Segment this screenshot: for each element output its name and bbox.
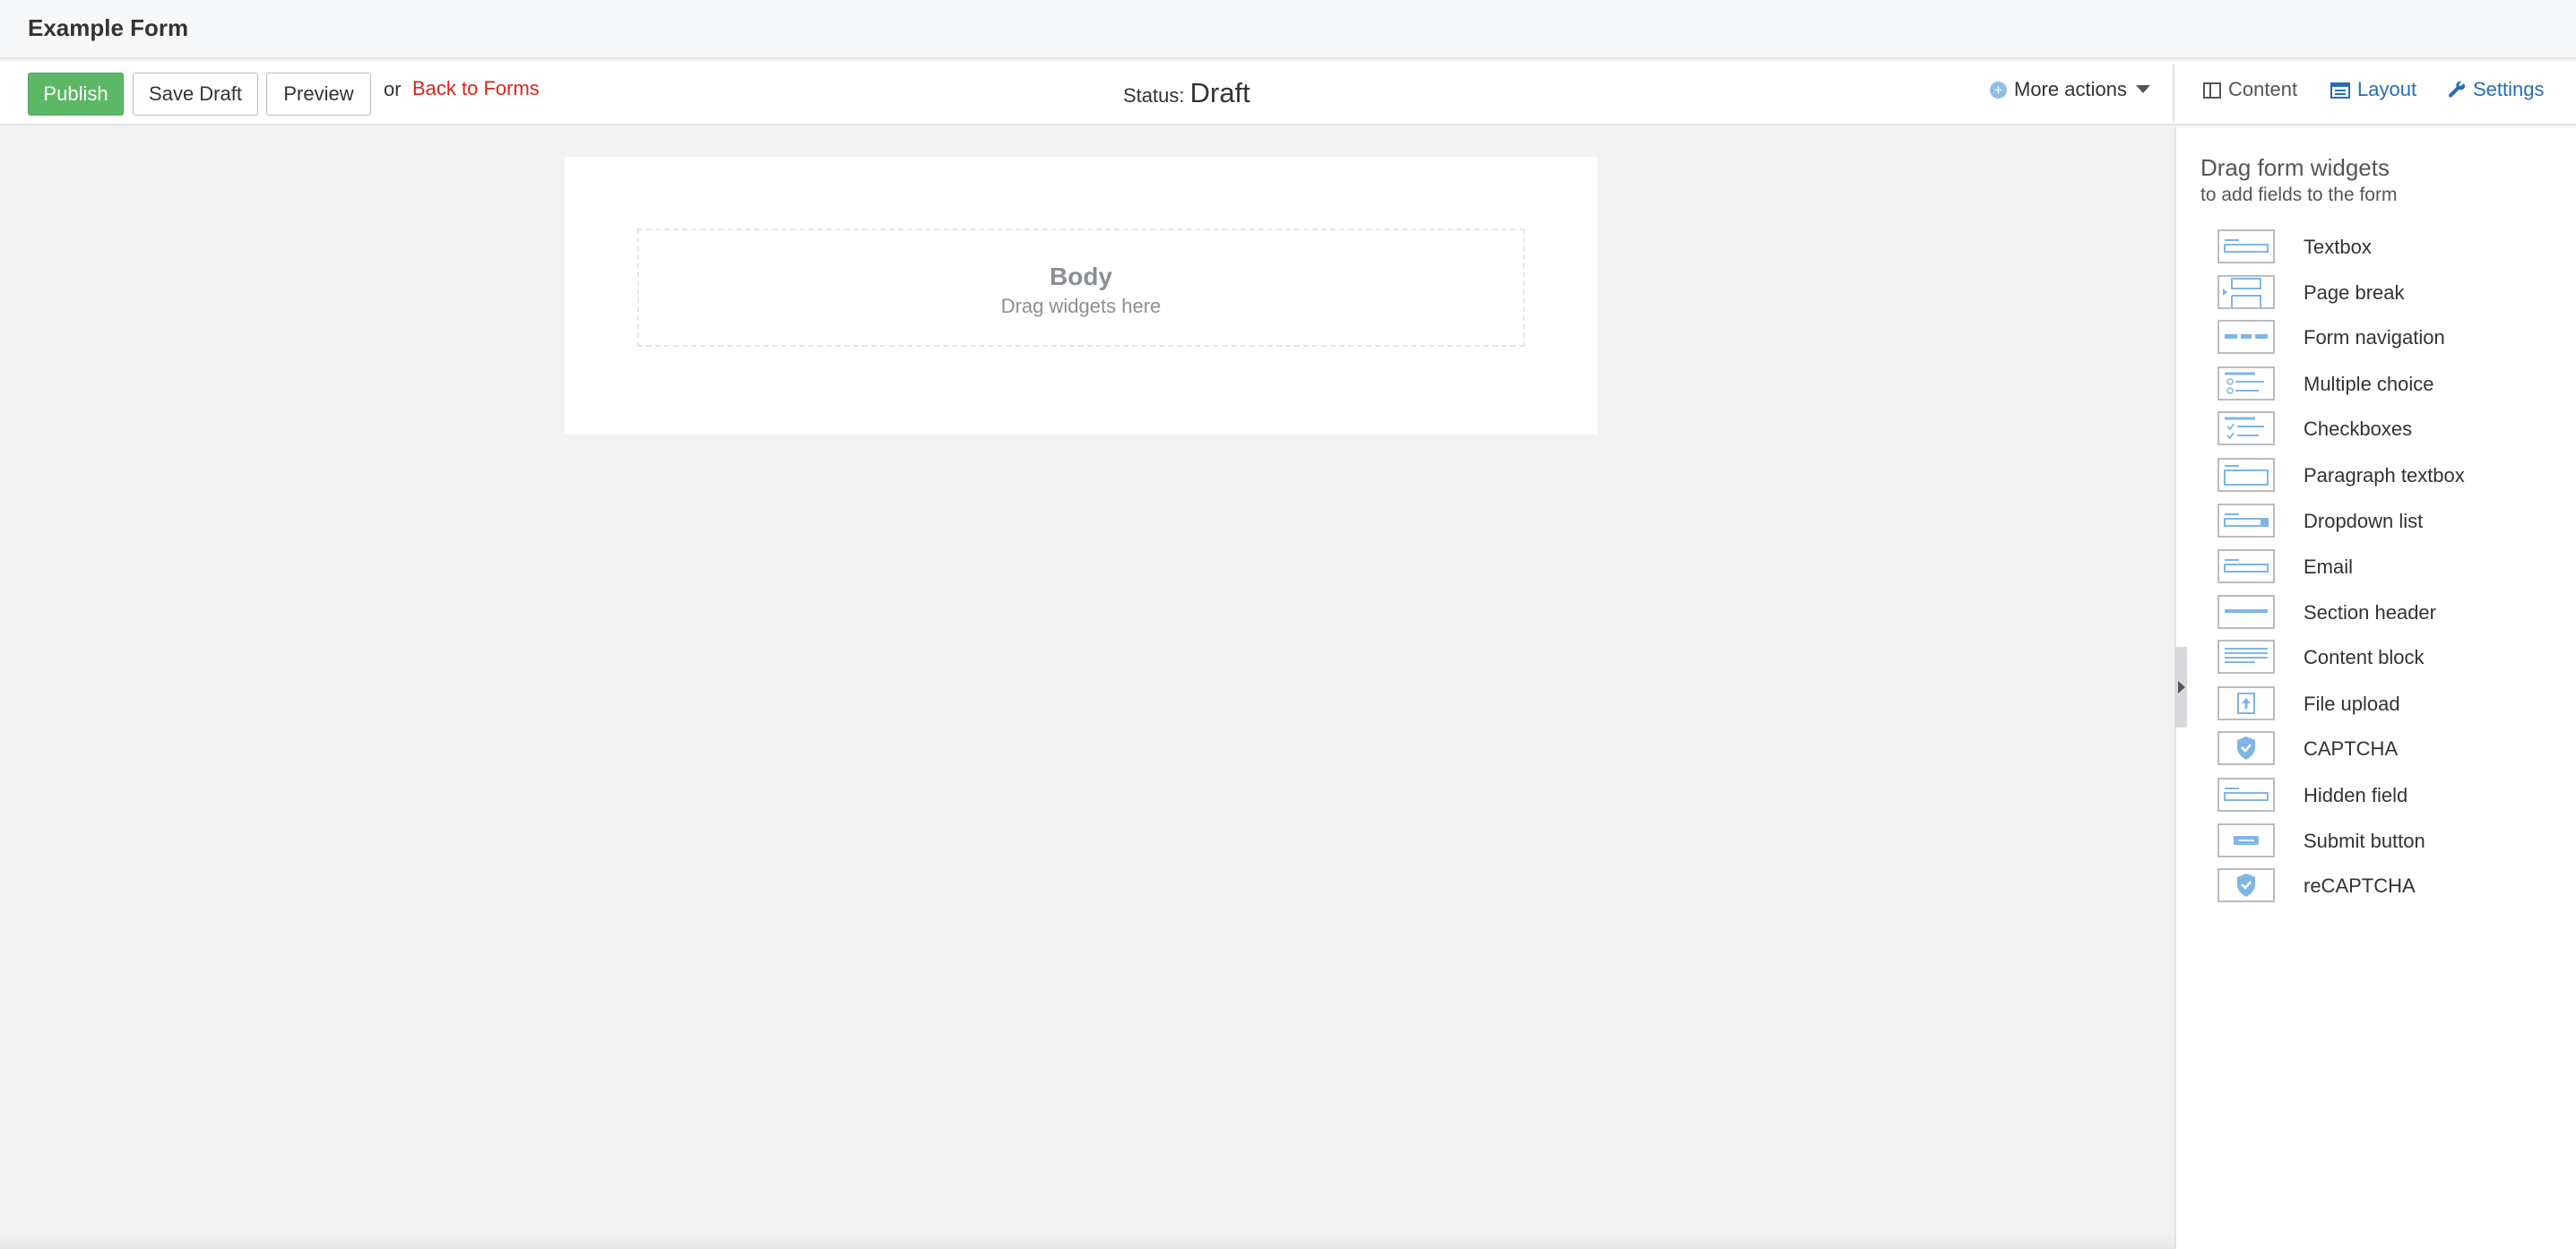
more-actions-label: More actions [2014,78,2127,100]
columns-icon [2203,82,2221,99]
email-icon [2217,549,2275,583]
widget-recaptcha[interactable]: reCAPTCHA [2217,868,2558,902]
canvas-bottom-shadow [0,1233,2174,1249]
widget-hidden-field[interactable]: Hidden field [2217,778,2558,812]
or-text: or [384,78,402,100]
caret-down-icon [2135,85,2150,93]
panel-heading: Drag form widgets [2200,154,2390,181]
body-dropzone[interactable]: Body Drag widgets here [637,228,1525,347]
tab-settings-label: Settings [2473,78,2545,100]
widget-label: Content block [2304,646,2425,668]
form-card: Body Drag widgets here [565,157,1597,435]
widget-dropdown-list[interactable]: Dropdown list [2217,504,2558,538]
widget-multiple-choice[interactable]: Multiple choice [2217,366,2558,401]
widget-label: Multiple choice [2304,373,2434,395]
submit-button-icon [2217,823,2275,857]
widget-label: File upload [2304,693,2400,715]
status-label: Status: [1123,84,1185,107]
shield-check-icon [2217,731,2275,765]
widget-label: Email [2304,556,2354,578]
widget-checkboxes[interactable]: Checkboxes [2217,411,2558,445]
back-to-forms-link[interactable]: Back to Forms [412,77,540,100]
tab-settings[interactable]: Settings [2448,78,2545,101]
widget-file-upload[interactable]: File upload [2217,686,2558,720]
content-block-icon [2217,640,2275,674]
dropdown-list-icon [2217,504,2275,538]
form-navigation-icon [2217,320,2275,354]
multiple-choice-icon [2217,366,2275,401]
page-break-icon [2217,275,2275,309]
panel-collapse-handle[interactable] [2174,647,2187,728]
widget-label: Submit button [2304,830,2425,852]
page-title: Example Form [28,14,189,41]
tab-content-label: Content [2228,78,2298,100]
paragraph-textbox-icon [2217,458,2275,492]
widget-textbox[interactable]: Textbox [2217,229,2558,263]
status-indicator: Status: Draft [1123,77,1250,109]
panel-subheading: to add fields to the form [2200,185,2398,205]
hidden-field-icon [2217,778,2275,812]
widget-email[interactable]: Email [2217,549,2558,583]
widget-label: Textbox [2304,236,2372,258]
shield-check-icon [2217,868,2275,902]
widget-label: Dropdown list [2304,510,2424,532]
textbox-icon [2217,229,2275,263]
widget-content-block[interactable]: Content block [2217,640,2558,674]
preview-button[interactable]: Preview [266,73,371,116]
widget-label: Hidden field [2304,784,2408,806]
widget-label: Paragraph textbox [2304,464,2465,487]
widget-submit-button[interactable]: Submit button [2217,823,2558,857]
widget-label: reCAPTCHA [2304,874,2416,897]
file-upload-icon [2217,686,2275,720]
body-title: Body [1050,263,1112,290]
form-canvas: Body Drag widgets here [0,127,2174,1249]
checkboxes-icon [2217,411,2275,445]
widget-page-break[interactable]: Page break [2217,275,2558,309]
widget-panel: Drag form widgets to add fields to the f… [2174,127,2576,1249]
widget-paragraph-textbox[interactable]: Paragraph textbox [2217,458,2558,492]
publish-button[interactable]: Publish [28,73,124,116]
widget-label: Checkboxes [2304,418,2413,440]
title-bar: Example Form [0,0,2576,59]
more-actions-dropdown[interactable]: + More actions [1990,78,2150,101]
wrench-icon [2449,81,2466,98]
save-draft-button[interactable]: Save Draft [133,73,258,116]
tab-layout[interactable]: Layout [2330,78,2416,101]
toolbar: Publish Save Draft Preview or Back to Fo… [0,61,2576,125]
caret-right-icon [2178,681,2185,693]
widget-captcha[interactable]: CAPTCHA [2217,731,2558,765]
widget-label: Section header [2304,601,2436,624]
section-header-icon [2217,595,2275,629]
widget-label: CAPTCHA [2304,737,2399,760]
toolbar-divider [2173,65,2174,122]
plus-circle-icon: + [1990,82,2007,99]
layout-icon [2330,82,2350,99]
body-hint: Drag widgets here [1000,295,1162,317]
widget-form-navigation[interactable]: Form navigation [2217,320,2558,354]
widget-section-header[interactable]: Section header [2217,595,2558,629]
tab-layout-label: Layout [2357,78,2417,100]
widget-label: Page break [2304,281,2405,304]
status-value: Draft [1189,77,1250,108]
widget-label: Form navigation [2304,326,2445,349]
tab-content[interactable]: Content [2203,78,2297,101]
